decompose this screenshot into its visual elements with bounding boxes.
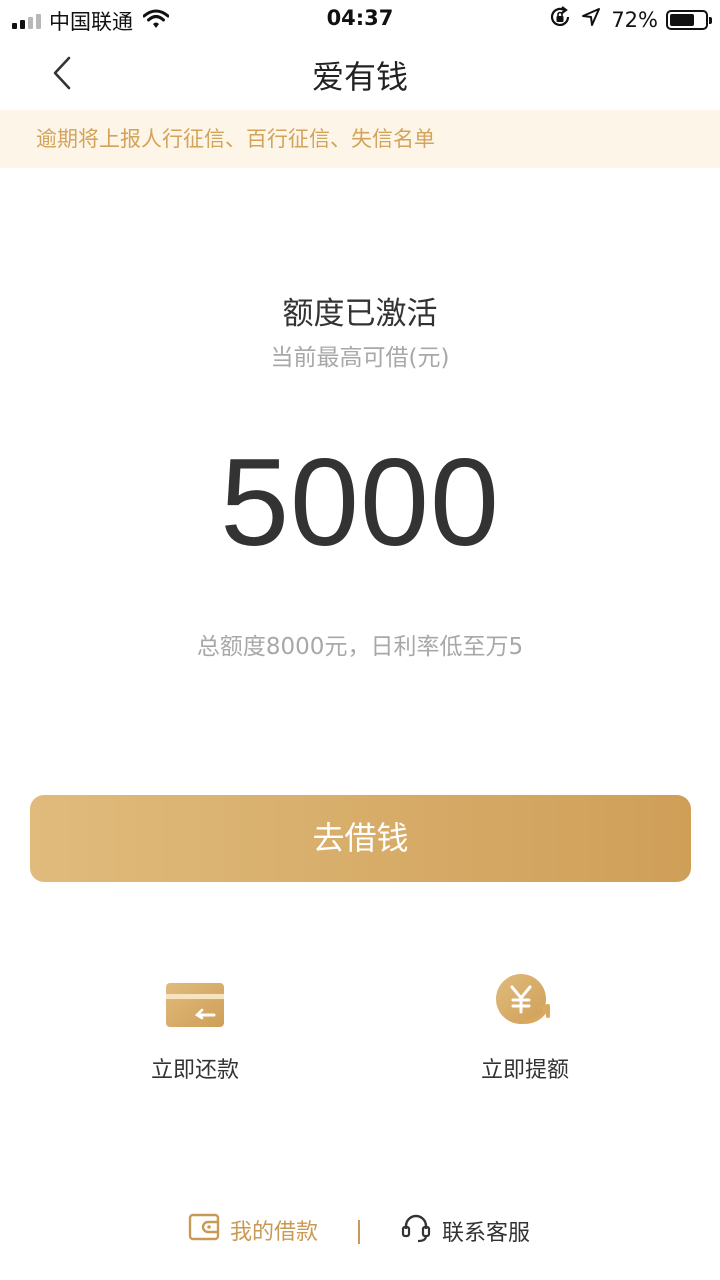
credit-amount: 5000	[220, 434, 500, 572]
battery-icon	[666, 9, 712, 30]
footer: 我的借款 联系客服	[0, 1212, 720, 1252]
contact-service-label: 联系客服	[442, 1221, 531, 1246]
raise-limit-button[interactable]: 立即提额	[425, 972, 625, 1084]
orientation-lock-icon	[549, 6, 571, 33]
battery-percent: 72%	[611, 7, 658, 32]
page-title: 爱有钱	[311, 58, 408, 96]
status-bar: 中国联通 04:37 72%	[0, 0, 720, 38]
credit-description: 总额度8000元，日利率低至万5	[196, 634, 524, 660]
borrow-button[interactable]: 去借钱	[30, 795, 691, 882]
wallet-icon	[188, 1212, 220, 1248]
battery-fill	[670, 13, 695, 26]
credit-subtitle: 当前最高可借(元)	[270, 345, 450, 371]
repay-now-label: 立即还款	[150, 1058, 239, 1083]
contact-service-link[interactable]: 联系客服	[400, 1212, 530, 1250]
nav-bar: 爱有钱	[0, 38, 720, 110]
my-loans-link[interactable]: 我的借款	[188, 1212, 318, 1248]
location-arrow-icon	[581, 7, 601, 32]
footer-divider	[358, 1220, 360, 1244]
my-loans-label: 我的借款	[230, 1220, 319, 1245]
raise-limit-label: 立即提额	[480, 1058, 569, 1083]
notice-banner: 逾期将上报人行征信、百行征信、失信名单	[0, 110, 720, 168]
yen-increase-icon	[425, 972, 625, 1034]
status-right: 72%	[549, 6, 712, 33]
credit-status: 额度已激活	[282, 296, 438, 332]
card-repay-icon	[95, 972, 295, 1034]
repay-now-button[interactable]: 立即还款	[95, 972, 295, 1084]
page: 中国联通 04:37 72% 爱有钱 逾期将上报人行征信、百行征信、失信名单 额…	[0, 0, 720, 1280]
headset-icon	[400, 1212, 432, 1250]
